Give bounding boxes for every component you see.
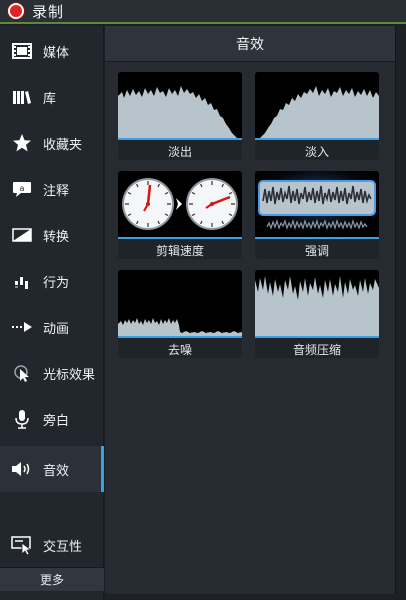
tile-label: 剪辑速度 [155,243,204,258]
effect-tile-noise-removal[interactable]: 去噪 [118,270,242,358]
audio-effects-panel: 音效 淡出 淡入 剪辑速度 强调 去噪 音频压缩 [105,26,395,594]
microphone-icon [11,409,33,429]
sidebar-item-favorites[interactable]: 收藏夹 [0,120,104,166]
sidebar-item-label: 注释 [43,183,70,199]
sidebar-item-library[interactable]: 库 [0,74,104,120]
tile-label: 去噪 [167,342,192,357]
sidebar-item-annotations[interactable]: a 注释 [0,166,104,212]
animation-arrow-icon [11,317,33,337]
sidebar-item-interactivity[interactable]: 交互性 [0,522,104,568]
sidebar-item-label: 光标效果 [43,367,96,383]
emphasize-waveform [255,171,379,239]
star-icon [11,133,33,153]
tile-label: 强调 [304,243,329,258]
effect-tile-fade-out[interactable]: 淡出 [118,72,242,160]
sidebar-item-behaviors[interactable]: 行为 [0,258,104,304]
sidebar-item-media[interactable]: 媒体 [0,28,104,74]
record-icon[interactable] [8,3,24,19]
tile-label: 音频压缩 [292,342,341,357]
noise-removal-waveform [118,270,242,338]
svg-text:a: a [20,184,25,193]
transition-icon [11,225,33,245]
fade-out-waveform [118,72,242,140]
sidebar-item-transitions[interactable]: 转换 [0,212,104,258]
sidebar-item-voice-narration[interactable]: 旁白 [0,396,104,442]
sidebar-item-label: 转换 [43,229,70,245]
sidebar-item-label: 旁白 [43,413,70,429]
recording-bar: 录制 [0,0,406,24]
sidebar-item-label: 音效 [43,463,70,479]
effect-tile-audio-compression[interactable]: 音频压缩 [255,270,379,358]
sidebar-item-label: 交互性 [43,539,83,555]
cursor-effect-icon [11,363,33,383]
interactivity-icon [11,535,33,555]
speaker-icon [11,459,33,479]
sidebar-item-label: 媒体 [43,45,70,61]
sidebar: 媒体 库 收藏夹 a 注释 转换 行为 动画 光标效果 旁白 音效 交互性 更多 [0,26,104,600]
sidebar-item-label: 收藏夹 [43,137,83,153]
more-button[interactable]: 更多 [0,567,104,591]
effect-tile-emphasize[interactable]: 强调 [255,171,379,259]
right-scroll-strip[interactable] [395,26,406,594]
bottom-edge [105,594,406,600]
tile-label: 淡出 [167,144,192,159]
sidebar-item-animations[interactable]: 动画 [0,304,104,350]
sidebar-item-label: 库 [43,91,57,107]
fade-in-waveform [255,72,379,140]
sidebar-item-label: 动画 [43,321,70,337]
record-title[interactable]: 录制 [32,1,64,22]
sidebar-item-audio-effects[interactable]: 音效 [0,446,104,492]
effect-tile-clip-speed[interactable]: 剪辑速度 [118,171,242,259]
clip-speed-clocks [118,171,242,239]
sidebar-item-cursor-effects[interactable]: 光标效果 [0,350,104,396]
tile-label: 淡入 [304,144,329,159]
film-strip-icon [11,41,33,61]
sidebar-item-label: 行为 [43,275,70,291]
annotation-icon: a [11,179,33,199]
books-icon [11,87,33,107]
effect-tile-fade-in[interactable]: 淡入 [255,72,379,160]
behavior-icon [11,271,33,291]
audio-compression-waveform [255,270,379,338]
panel-title: 音效 [105,26,395,62]
